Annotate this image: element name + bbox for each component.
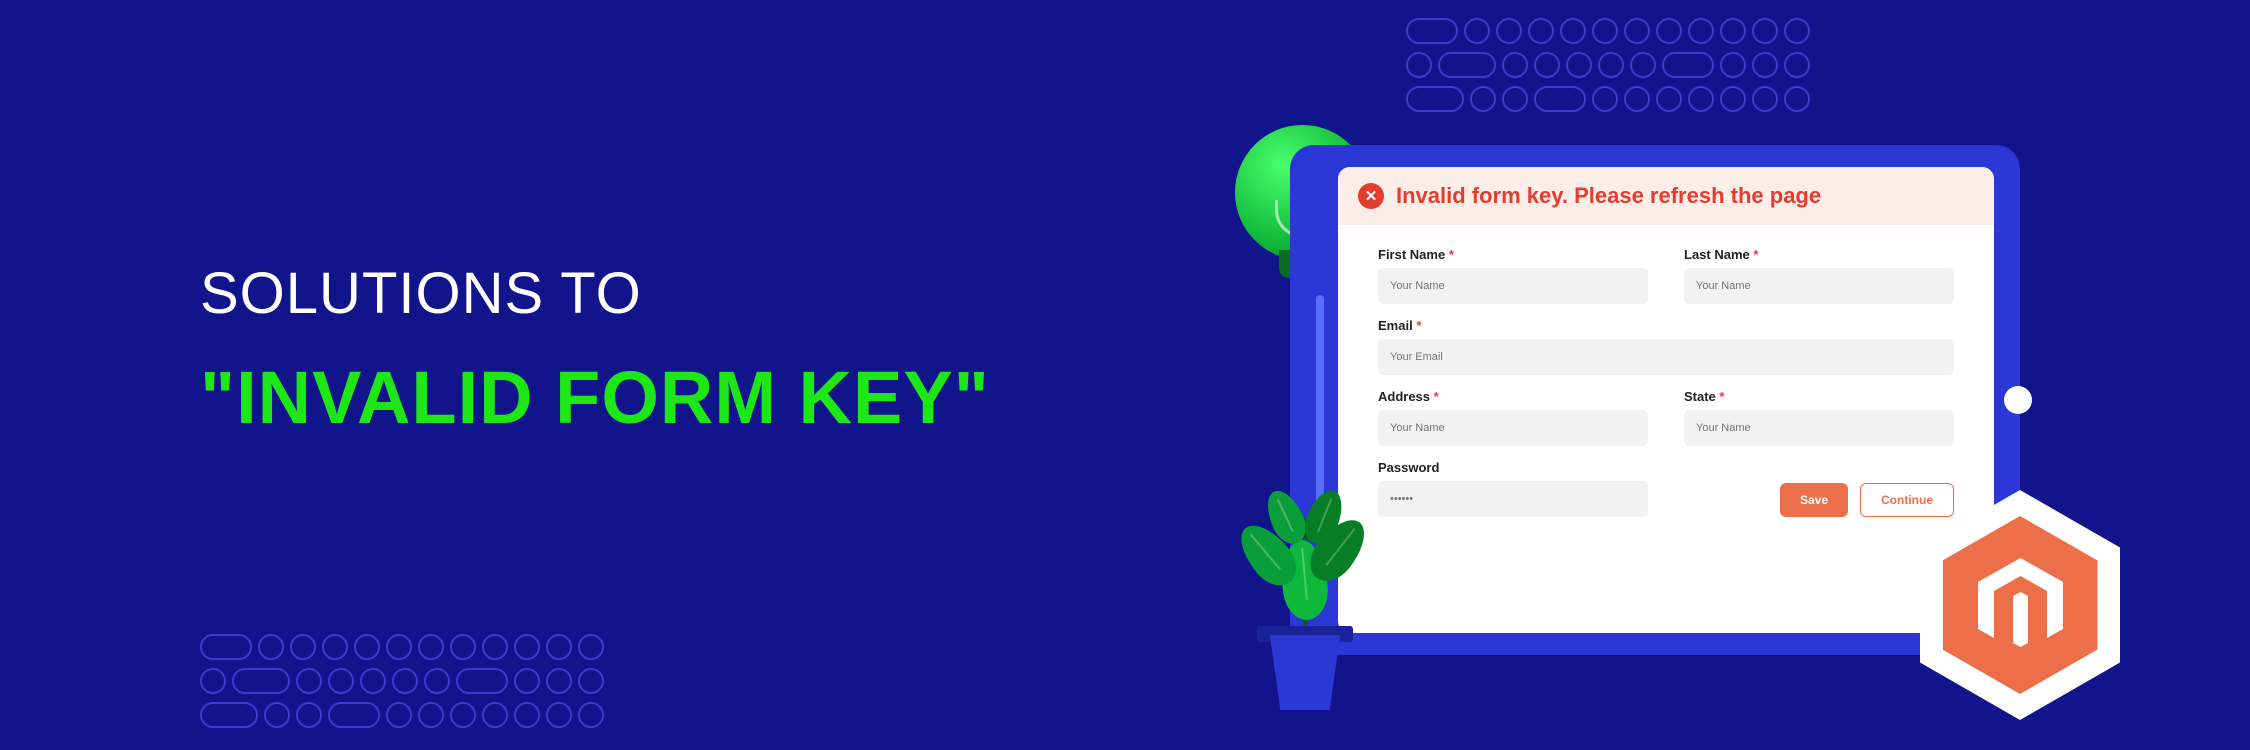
decorative-pattern-bottom [200,634,604,728]
save-button[interactable]: Save [1780,483,1848,517]
email-label: Email * [1378,318,1954,333]
address-field: Address * [1378,389,1648,446]
decorative-pattern-top [1406,18,1810,112]
error-icon: ✕ [1358,183,1384,209]
email-input[interactable] [1378,339,1954,375]
heading-line-2: "INVALID FORM KEY" [200,355,990,440]
state-input[interactable] [1684,410,1954,446]
first-name-field: First Name * [1378,247,1648,304]
first-name-label: First Name * [1378,247,1648,262]
password-input[interactable] [1378,481,1648,517]
magento-m-icon [1978,558,2063,653]
magento-logo [1920,490,2120,720]
form-actions: Save Continue [1684,460,1954,517]
password-field: Password [1378,460,1648,517]
tablet-screen: ✕ Invalid form key. Please refresh the p… [1338,167,1994,633]
state-label: State * [1684,389,1954,404]
plant-illustration [1230,450,1380,710]
address-input[interactable] [1378,410,1648,446]
state-field: State * [1684,389,1954,446]
last-name-input[interactable] [1684,268,1954,304]
tablet-home-button [2004,386,2032,414]
password-label: Password [1378,460,1648,475]
error-message-text: Invalid form key. Please refresh the pag… [1396,183,1821,209]
address-label: Address * [1378,389,1648,404]
email-field: Email * [1378,318,1954,375]
page-heading: SOLUTIONS TO "INVALID FORM KEY" [200,260,990,440]
last-name-field: Last Name * [1684,247,1954,304]
registration-form: First Name * Last Name * Email * Address… [1338,225,1994,633]
last-name-label: Last Name * [1684,247,1954,262]
tablet-device: ✕ Invalid form key. Please refresh the p… [1290,145,2020,655]
first-name-input[interactable] [1378,268,1648,304]
error-banner: ✕ Invalid form key. Please refresh the p… [1338,167,1994,225]
heading-line-1: SOLUTIONS TO [200,260,990,327]
